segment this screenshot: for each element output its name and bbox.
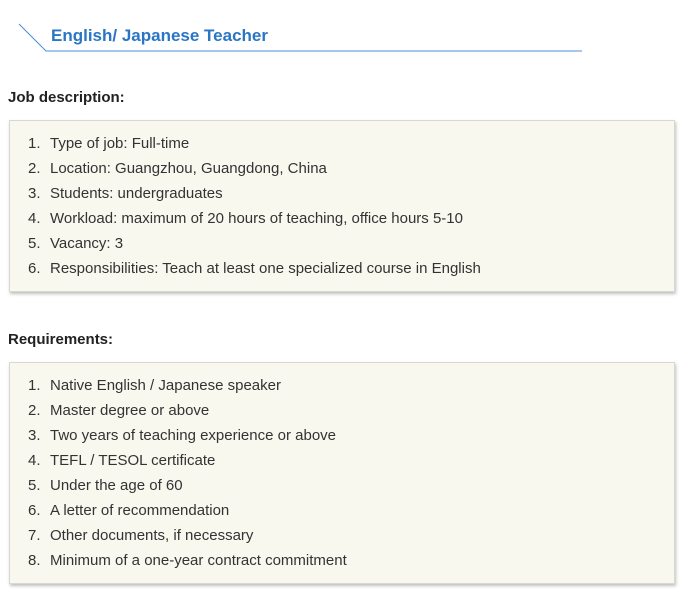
job-description-box: 1. Type of job: Full-time 2. Location: Gua… (9, 120, 675, 292)
requirements-heading: Requirements: (8, 331, 114, 348)
list-item-number: 2. (28, 402, 41, 419)
list-item-text: Master degree or above (50, 402, 210, 419)
list-item: 2. Location: Guangzhou, Guangdong, China (10, 158, 674, 183)
page-title: English/ Japanese Teacher (51, 26, 268, 45)
list-item-number: 3. (28, 185, 41, 202)
list-item: 6. A letter of recommendation (10, 500, 674, 525)
list-item: 6. Responsibilities: Teach at least one s… (10, 258, 674, 283)
list-item-text: Responsibilities: Teach at least one spe… (50, 260, 481, 277)
job-description-list: 1. Type of job: Full-time 2. Location: Gua… (10, 121, 674, 283)
list-item-text: Other documents, if necessary (50, 527, 254, 544)
list-item-number: 2. (28, 160, 41, 177)
list-item: 2. Master degree or above (10, 400, 674, 425)
list-item-text: TEFL / TESOL certificate (50, 452, 216, 469)
list-item: 8. Minimum of a one-year contract commitm… (10, 550, 674, 575)
list-item: 7. Other documents, if necessary (10, 525, 674, 550)
list-item-text: Students: undergraduates (50, 185, 223, 202)
list-item: 1. Type of job: Full-time (10, 133, 674, 158)
list-item-number: 1. (28, 377, 41, 394)
list-item: 4. TEFL / TESOL certificate (10, 450, 674, 475)
list-item-text: Type of job: Full-time (50, 135, 190, 152)
list-item-number: 3. (28, 427, 41, 444)
list-item: 3. Students: undergraduates (10, 183, 674, 208)
requirements-list: 1. Native English / Japanese speaker 2. Ma… (10, 363, 674, 575)
list-item-text: Workload: maximum of 20 hours of teachin… (50, 210, 463, 227)
job-description-heading: Job description: (8, 89, 125, 106)
list-item: 5. Under the age of 60 (10, 475, 674, 500)
list-item-text: Vacancy: 3 (50, 235, 124, 252)
requirements-box: 1. Native English / Japanese speaker 2. Ma… (9, 362, 675, 584)
list-item: 4. Workload: maximum of 20 hours of teach… (10, 208, 674, 233)
page-title-banner: English/ Japanese Teacher (18, 20, 584, 52)
list-item-number: 7. (28, 527, 41, 544)
list-item-text: A letter of recommendation (50, 502, 230, 519)
list-item: 3. Two years of teaching experience or ab… (10, 425, 674, 450)
list-item-number: 6. (28, 502, 41, 519)
list-item-text: Minimum of a one-year contract commitmen… (50, 552, 347, 569)
list-item-number: 1. (28, 135, 41, 152)
list-item-text: Location: Guangzhou, Guangdong, China (50, 160, 327, 177)
list-item-number: 4. (28, 452, 41, 469)
list-item-text: Native English / Japanese speaker (50, 377, 281, 394)
list-item-number: 4. (28, 210, 41, 227)
list-item-number: 6. (28, 260, 41, 277)
list-item: 5. Vacancy: 3 (10, 233, 674, 258)
list-item: 1. Native English / Japanese speaker (10, 375, 674, 400)
list-item-number: 8. (28, 552, 41, 569)
list-item-number: 5. (28, 477, 41, 494)
list-item-text: Two years of teaching experience or abov… (50, 427, 337, 444)
list-item-number: 5. (28, 235, 41, 252)
list-item-text: Under the age of 60 (50, 477, 183, 494)
